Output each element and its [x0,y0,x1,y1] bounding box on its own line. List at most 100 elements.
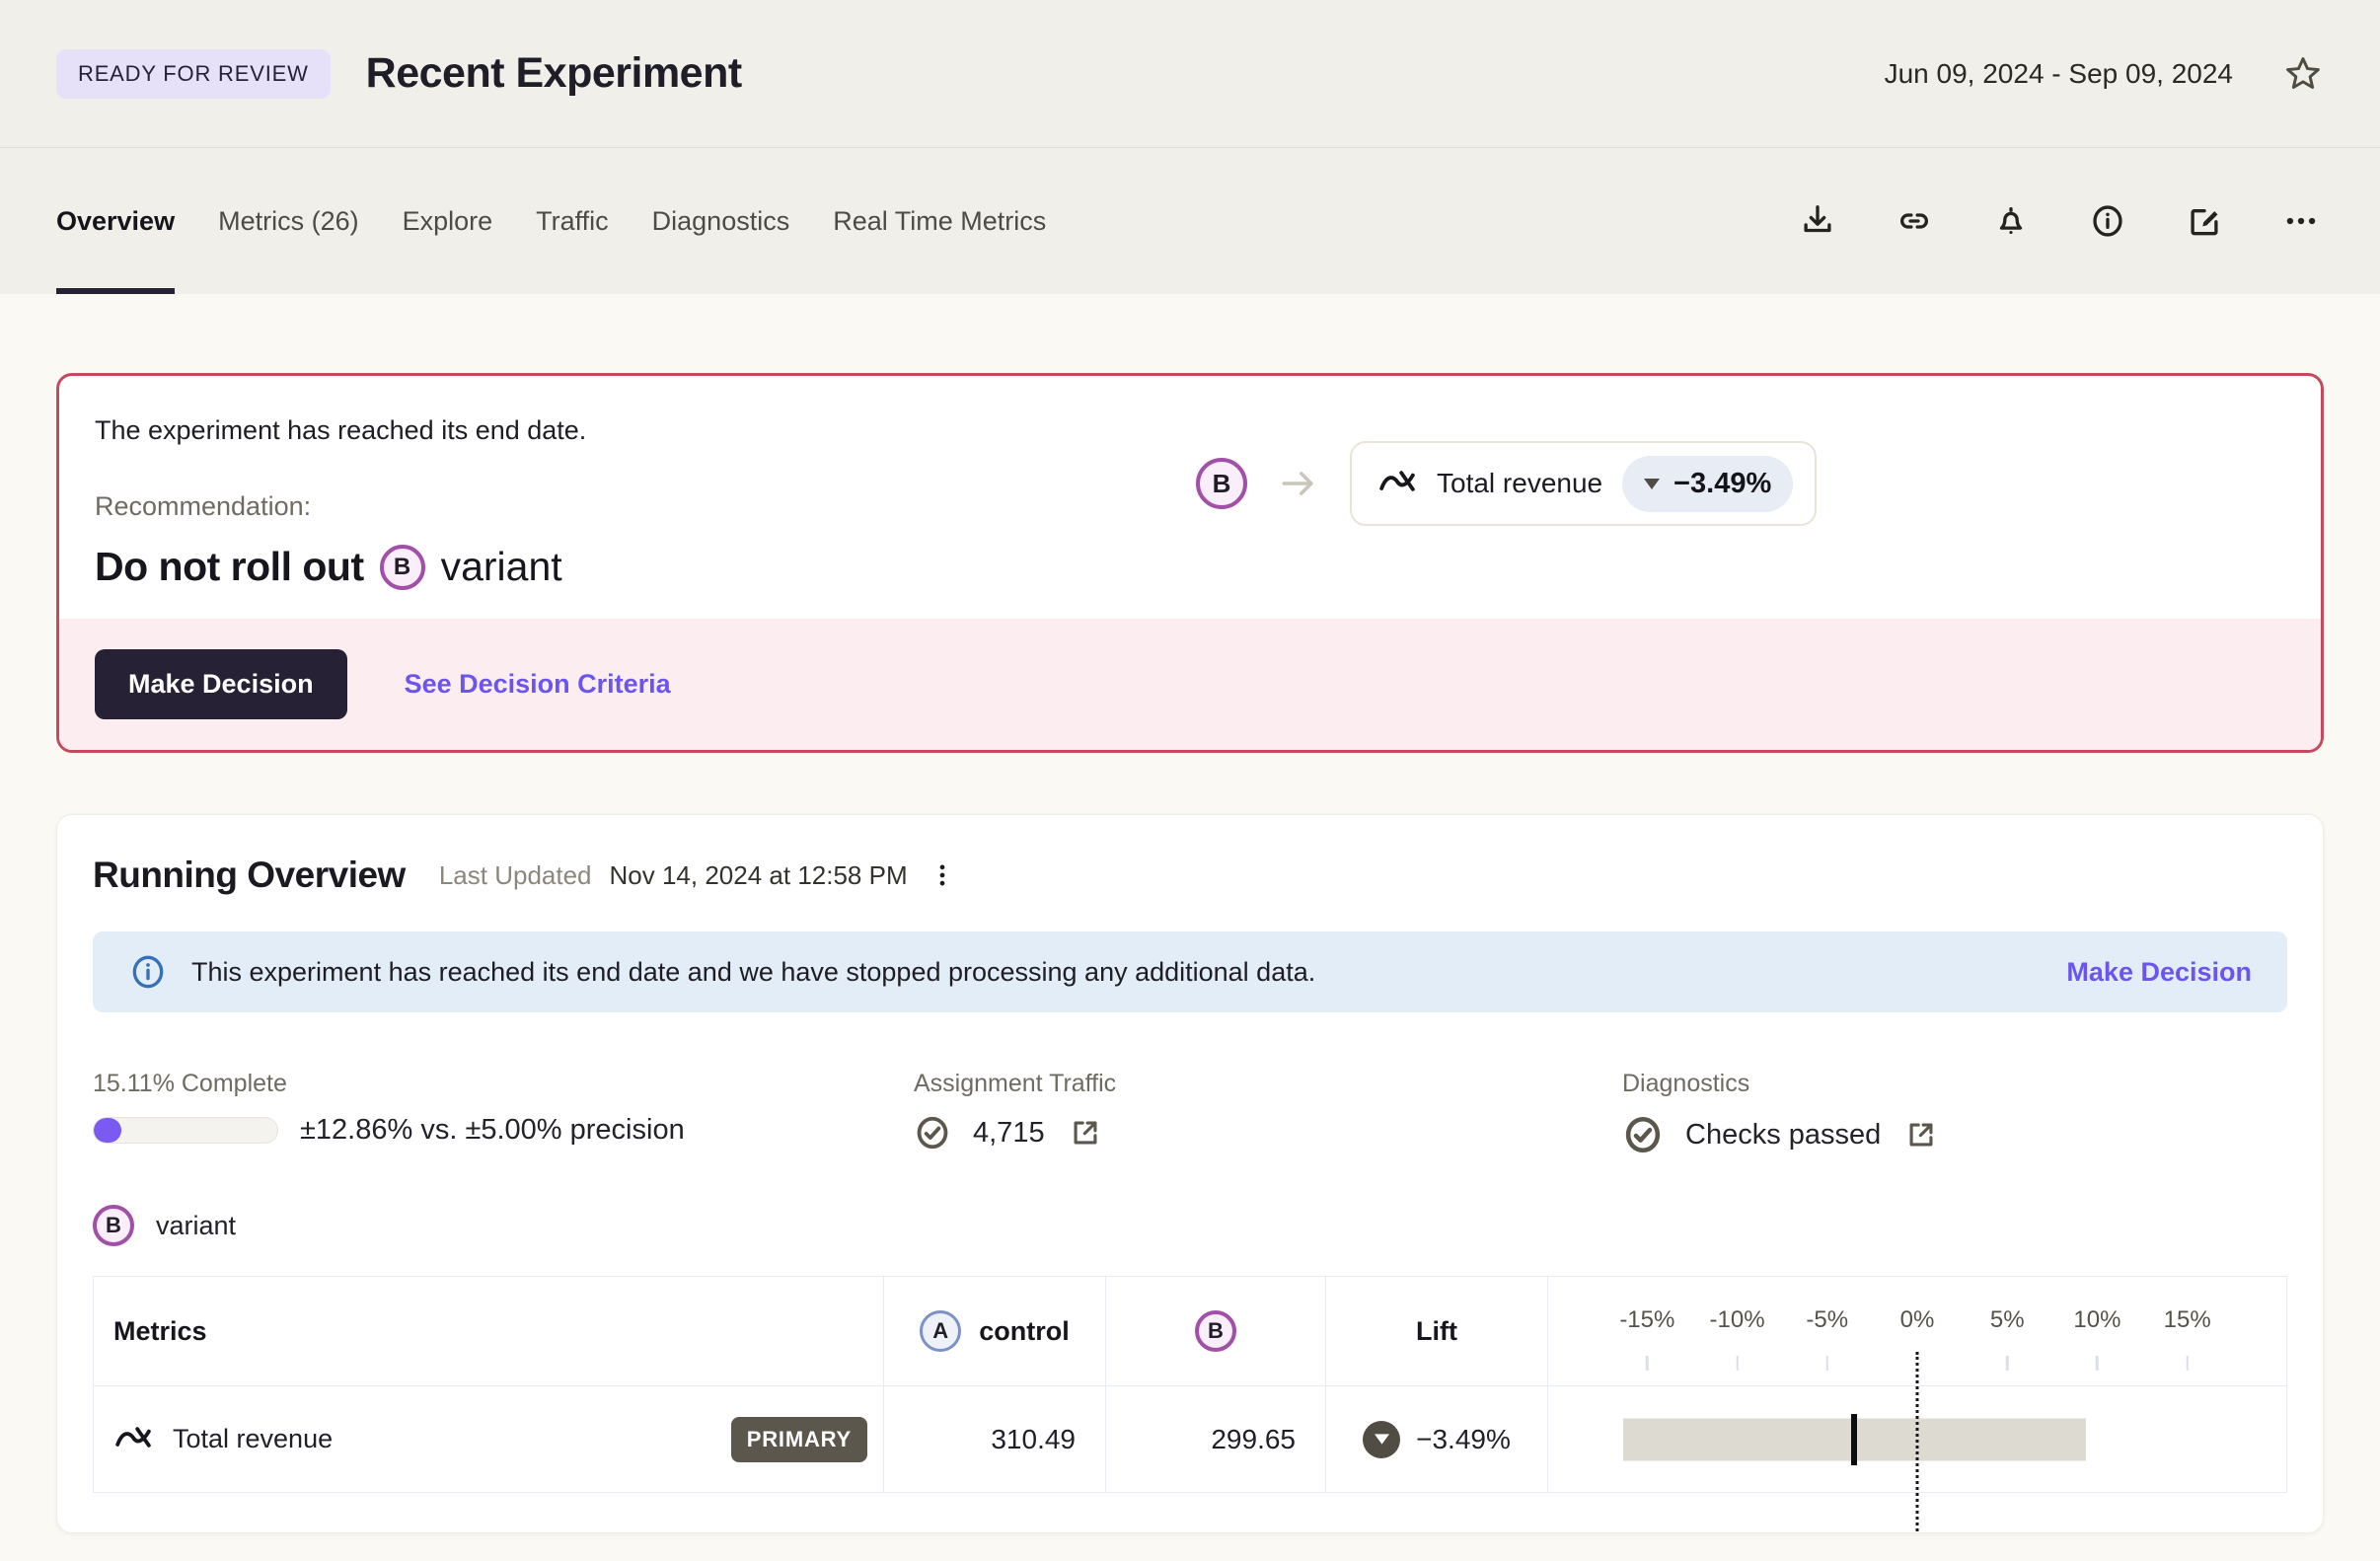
recommendation-variant-word: variant [440,544,562,589]
metrics-table: Metrics A control B Lift -15% -10% -5% 0% 5%… [93,1276,2287,1531]
diagnostics-label: Diagnostics [1622,1070,1750,1097]
assignment-traffic-value: 4,715 [973,1116,1045,1149]
axis-tickmark [2005,1356,2009,1371]
recommendation-action: Do not roll out [95,544,364,589]
table-header-row: Metrics A control B Lift -15% -10% -5% 0% 5%… [94,1277,2286,1531]
overview-header: Running Overview Last Updated Nov 14, 20… [93,855,2287,896]
assignment-traffic-label: Assignment Traffic [914,1070,1117,1097]
tabs: Overview Metrics (26) Explore Traffic Di… [56,148,1046,294]
info-icon [128,952,168,992]
zero-dotted-line [1915,1352,1919,1531]
progress-fill [94,1118,122,1143]
tab-actions [1795,198,2324,244]
lift-axis: -15% -10% -5% 0% 5% 10% 15% [1547,1277,2286,1531]
main-content: The experiment has reached its end date.… [0,294,2380,1533]
control-label: control [979,1315,1070,1346]
banner-text: This experiment has reached its end date… [191,956,1316,987]
see-decision-criteria-link[interactable]: See Decision Criteria [405,669,671,700]
axis-tickmark [2096,1356,2099,1371]
axis-tickmark [1736,1356,1739,1371]
tab-bar: Overview Metrics (26) Explore Traffic Di… [0,148,2380,294]
variant-value-cell: 299.65 [1105,1386,1325,1492]
column-header-variant-b: B [1105,1277,1325,1385]
variant-name: variant [156,1210,237,1240]
external-link-icon[interactable] [1902,1116,1940,1153]
table-row[interactable]: Total revenue PRIMARY 310.49 299.65 −3.4… [94,1385,2286,1492]
status-badge: READY FOR REVIEW [56,48,331,99]
tab-overview[interactable]: Overview [56,148,176,294]
running-overview-card: Running Overview Last Updated Nov 14, 20… [56,814,2324,1533]
variant-row: B variant [93,1205,2287,1246]
top-section: READY FOR REVIEW Recent Experiment Jun 0… [0,0,2380,294]
variant-b-badge: B [1196,458,1247,509]
metric-name[interactable]: Total revenue [173,1424,333,1454]
assignment-traffic-stat: Assignment Traffic 4,715 [914,1070,1622,1155]
axis-tick-label: -5% [1806,1306,1849,1333]
column-header-metrics: Metrics [113,1315,207,1346]
end-date-banner: This experiment has reached its end date… [93,931,2287,1012]
axis-tick-label: 10% [2073,1306,2121,1333]
check-circle-icon [1622,1114,1664,1155]
metric-icon [1377,464,1417,503]
diagnostics-value: Checks passed [1685,1118,1882,1151]
metric-delta-value: −3.49% [1673,467,1772,499]
lift-down-icon [1363,1420,1401,1458]
recommendation-alert: The experiment has reached its end date.… [56,373,2324,753]
alert-footer: Make Decision See Decision Criteria [59,619,2321,750]
lift-value: −3.49% [1416,1423,1511,1454]
recommendation-metric-summary: B Total revenue −3.49% [1196,441,1818,526]
recommendation-label: Recommendation: [95,491,312,521]
axis-tickmark [2186,1356,2189,1371]
metric-delta-pill[interactable]: −3.49% [1622,455,1794,512]
alert-message: The experiment has reached its end date. [95,415,587,445]
axis-tick-label: 15% [2163,1306,2211,1333]
progress-bar [93,1117,278,1144]
metric-icon [113,1420,153,1459]
diagnostics-stat: Diagnostics Checks passed [1622,1070,1940,1155]
tab-traffic[interactable]: Traffic [536,148,609,294]
ellipsis-icon[interactable] [2278,198,2324,244]
variant-b-badge: B [93,1205,134,1246]
external-link-icon[interactable] [1067,1114,1104,1152]
lift-estimate-tick [1851,1413,1858,1465]
progress-label: 15.11% Complete [93,1070,287,1097]
kebab-menu-icon[interactable] [922,855,963,896]
page-header: READY FOR REVIEW Recent Experiment Jun 0… [0,0,2380,148]
tab-diagnostics[interactable]: Diagnostics [652,148,790,294]
make-decision-button[interactable]: Make Decision [95,649,347,719]
tab-real-time-metrics[interactable]: Real Time Metrics [833,148,1046,294]
variant-a-badge: A [920,1310,962,1352]
axis-tickmark [1825,1356,1829,1371]
axis-tickmark [1646,1356,1649,1371]
variant-b-badge: B [379,544,425,590]
axis-tick-label: 0% [1899,1306,1935,1333]
variant-b-badge: B [1195,1310,1236,1352]
axis-tick-label: -15% [1619,1306,1675,1333]
column-header-lift: Lift [1325,1277,1547,1385]
metric-cell: Total revenue PRIMARY [94,1386,883,1492]
lift-cell: −3.49% [1325,1386,1547,1492]
banner-make-decision-link[interactable]: Make Decision [2066,957,2252,988]
metric-chip-label: Total revenue [1437,468,1603,498]
precision-text: ±12.86% vs. ±5.00% precision [300,1114,685,1146]
star-icon[interactable] [2282,53,2324,95]
page-title: Recent Experiment [365,49,743,97]
axis-tick-label: 5% [1989,1306,2025,1333]
bell-icon[interactable] [1988,198,2034,244]
tab-explore[interactable]: Explore [403,148,493,294]
arrow-right-icon [1277,462,1320,505]
experiment-date-range: Jun 09, 2024 - Sep 09, 2024 [1884,57,2233,89]
edit-icon[interactable] [2182,198,2227,244]
info-icon[interactable] [2085,198,2130,244]
column-header-control: A control [883,1277,1105,1385]
link-icon[interactable] [1892,198,1937,244]
progress-stat: 15.11% Complete ±12.86% vs. ±5.00% preci… [93,1070,914,1155]
axis-tick-label: -10% [1709,1306,1765,1333]
stats-row: 15.11% Complete ±12.86% vs. ±5.00% preci… [93,1070,2287,1155]
metric-chip[interactable]: Total revenue −3.49% [1350,441,1818,526]
chevron-down-icon [1644,478,1661,489]
tab-metrics[interactable]: Metrics (26) [218,148,359,294]
download-icon[interactable] [1795,198,1840,244]
check-circle-icon [914,1114,951,1152]
last-updated-value: Nov 14, 2024 at 12:58 PM [609,859,908,890]
